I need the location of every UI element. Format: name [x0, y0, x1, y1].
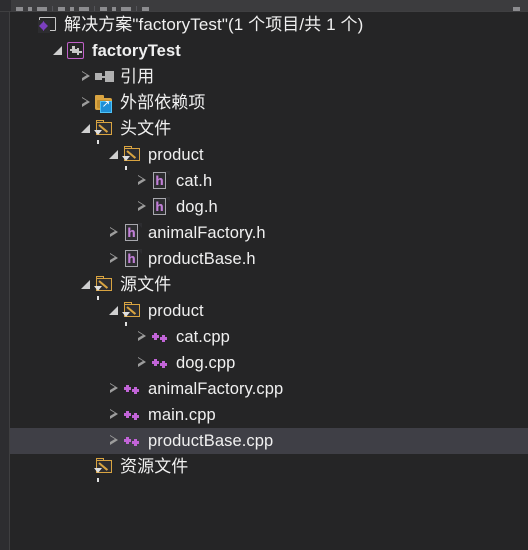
toolbar-properties-icon[interactable]	[100, 7, 107, 11]
tree-item-label: 资源文件	[120, 457, 189, 476]
expander-expanded-icon[interactable]	[78, 272, 94, 298]
tree-item-label: cat.cpp	[176, 328, 230, 346]
tree-item-label: 头文件	[120, 119, 172, 138]
expander-collapsed-icon[interactable]	[134, 324, 150, 350]
expander-expanded-icon[interactable]	[106, 142, 122, 168]
expander-collapsed-icon[interactable]	[78, 64, 94, 90]
tree-item-label: 引用	[120, 67, 155, 86]
cpp-file-icon	[122, 405, 142, 425]
toolbar-refresh-icon[interactable]	[58, 7, 65, 11]
header-file-icon: h	[150, 171, 170, 191]
tree-item-label: factoryTest	[92, 42, 181, 60]
tree-item-project[interactable]: factoryTest	[10, 38, 528, 64]
tree-item-references[interactable]: 引用	[10, 64, 528, 90]
toolbar-show-all-files-icon[interactable]	[79, 7, 89, 11]
solution-explorer-tree[interactable]: 解决方案"factoryTest"(1 个项目/共 1 个) factoryTes…	[9, 12, 528, 550]
tree-item-label: productBase.h	[148, 250, 256, 268]
tree-item-animalfactory-h[interactable]: h animalFactory.h	[10, 220, 528, 246]
solution-explorer-toolbar[interactable]	[0, 0, 528, 12]
expander-collapsed-icon[interactable]	[106, 402, 122, 428]
tree-item-label: animalFactory.h	[148, 224, 266, 242]
expander-collapsed-icon[interactable]	[134, 194, 150, 220]
toolbar-search-icon[interactable]	[142, 7, 149, 11]
toolbar-separator	[52, 6, 53, 11]
tree-item-label: productBase.cpp	[148, 432, 274, 450]
expander-collapsed-icon[interactable]	[106, 246, 122, 272]
filter-folder-icon	[94, 119, 114, 144]
tree-item-source-files[interactable]: 源文件	[10, 272, 528, 300]
cpp-file-icon	[150, 353, 170, 373]
tree-item-label: dog.h	[176, 198, 218, 216]
tree-item-label: animalFactory.cpp	[148, 380, 284, 398]
tree-item-resource-files[interactable]: 资源文件	[10, 454, 528, 482]
filter-folder-icon	[94, 275, 114, 300]
tree-item-header-product[interactable]: product	[10, 142, 528, 170]
tree-item-main-cpp[interactable]: main.cpp	[10, 402, 528, 428]
filter-folder-icon	[94, 457, 114, 482]
tree-item-external-dependencies[interactable]: 外部依赖项	[10, 90, 528, 116]
toolbar-icon-group	[16, 0, 149, 11]
expander-placeholder	[78, 454, 94, 480]
toolbar-home-icon[interactable]	[37, 7, 47, 11]
tree-item-productbase-cpp[interactable]: productBase.cpp	[10, 428, 528, 454]
tree-item-label: 源文件	[120, 275, 172, 294]
tree-item-dog-cpp[interactable]: dog.cpp	[10, 350, 528, 376]
expander-expanded-icon[interactable]	[106, 298, 122, 324]
expander-collapsed-icon[interactable]	[78, 90, 94, 116]
expander-placeholder	[22, 12, 38, 38]
header-file-icon: h	[122, 223, 142, 243]
filter-folder-icon	[122, 145, 142, 170]
expander-expanded-icon[interactable]	[78, 116, 94, 142]
external-dependencies-folder-icon	[94, 93, 114, 113]
expander-collapsed-icon[interactable]	[106, 220, 122, 246]
toolbar-preview-icon[interactable]	[112, 7, 116, 11]
toolbar-collapse-all-icon[interactable]	[70, 7, 74, 11]
toolbar-back-icon[interactable]	[16, 7, 23, 11]
cpp-project-icon	[66, 41, 86, 61]
header-file-icon: h	[122, 249, 142, 269]
expander-collapsed-icon[interactable]	[106, 376, 122, 402]
toolbar-separator-2	[94, 6, 95, 11]
toolbar-separator-3	[136, 6, 137, 11]
expander-collapsed-icon[interactable]	[134, 168, 150, 194]
tree-item-label: main.cpp	[148, 406, 216, 424]
tree-item-solution[interactable]: 解决方案"factoryTest"(1 个项目/共 1 个)	[10, 12, 528, 38]
tree-item-label: product	[148, 146, 204, 164]
tree-item-label: product	[148, 302, 204, 320]
tree-item-label: dog.cpp	[176, 354, 236, 372]
expander-collapsed-icon[interactable]	[106, 428, 122, 454]
tree-item-label: 外部依赖项	[120, 93, 206, 112]
cpp-file-icon	[122, 431, 142, 451]
tree-item-cat-cpp[interactable]: cat.cpp	[10, 324, 528, 350]
tree-item-label: cat.h	[176, 172, 213, 190]
tree-item-productbase-h[interactable]: h productBase.h	[10, 246, 528, 272]
toolbar-left-gap	[0, 0, 11, 11]
header-file-icon: h	[150, 197, 170, 217]
expander-expanded-icon[interactable]	[50, 38, 66, 64]
tree-item-label: 解决方案"factoryTest"(1 个项目/共 1 个)	[64, 15, 364, 34]
toolbar-sync-icon[interactable]	[121, 7, 131, 11]
expander-collapsed-icon[interactable]	[134, 350, 150, 376]
tree-item-dog-h[interactable]: h dog.h	[10, 194, 528, 220]
solution-explorer-window: 解决方案"factoryTest"(1 个项目/共 1 个) factoryTes…	[0, 0, 528, 550]
cpp-file-icon	[122, 379, 142, 399]
tree-item-source-product[interactable]: product	[10, 298, 528, 326]
filter-folder-icon	[122, 301, 142, 326]
references-icon	[94, 67, 114, 87]
tree-item-header-files[interactable]: 头文件	[10, 116, 528, 144]
tree-item-cat-h[interactable]: h cat.h	[10, 168, 528, 194]
cpp-file-icon	[150, 327, 170, 347]
toolbar-overflow-icon[interactable]	[513, 7, 520, 11]
toolbar-forward-icon[interactable]	[28, 7, 32, 11]
solution-icon	[38, 15, 58, 35]
tree-item-animalfactory-cpp[interactable]: animalFactory.cpp	[10, 376, 528, 402]
